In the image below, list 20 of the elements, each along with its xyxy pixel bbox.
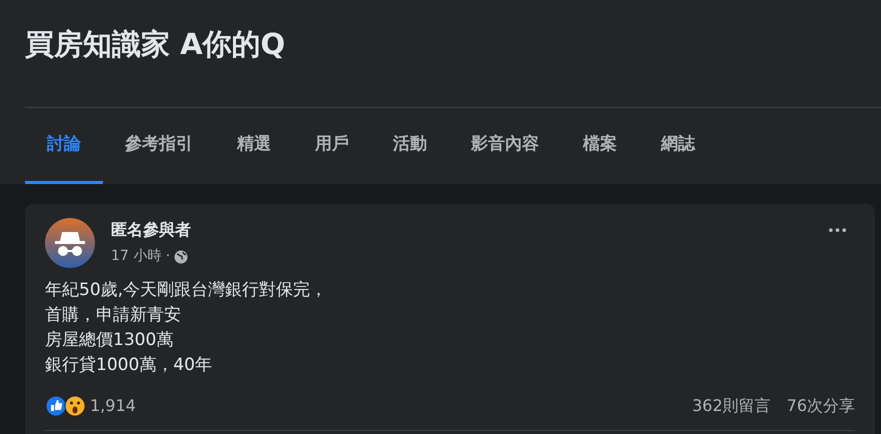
tab[interactable]: 討論 — [25, 108, 103, 184]
post-text: 年紀50歲,今天剛跟台灣銀行對保完， 首購，申請新青安 房屋總價1300萬 銀行貸1000萬，40年 — [45, 279, 328, 377]
globe-icon — [174, 250, 188, 264]
tab[interactable]: 檔案 — [561, 108, 639, 184]
group-title: 買房知識家 A你的Q — [25, 26, 286, 63]
anonymous-avatar-icon[interactable] — [45, 218, 95, 268]
author-name[interactable]: 匿名參與者 — [111, 218, 191, 242]
like-reaction-icon[interactable] — [45, 395, 67, 417]
wow-reaction-icon[interactable] — [64, 395, 86, 417]
comment-count[interactable]: 362則留言 — [692, 394, 771, 418]
more-options-button[interactable]: ••• — [818, 218, 855, 246]
share-count[interactable]: 76次分享 — [786, 394, 855, 418]
reaction-count[interactable]: 1,914 — [90, 394, 136, 418]
tab[interactable]: 影音內容 — [449, 108, 561, 184]
tab[interactable]: 網誌 — [639, 108, 717, 184]
tab[interactable]: 用戶 — [293, 108, 371, 184]
tab[interactable]: 活動 — [371, 108, 449, 184]
tab[interactable]: 參考指引 — [103, 108, 215, 184]
tab[interactable]: 精選 — [215, 108, 293, 184]
post-time[interactable]: 17 小時 · — [111, 246, 170, 267]
